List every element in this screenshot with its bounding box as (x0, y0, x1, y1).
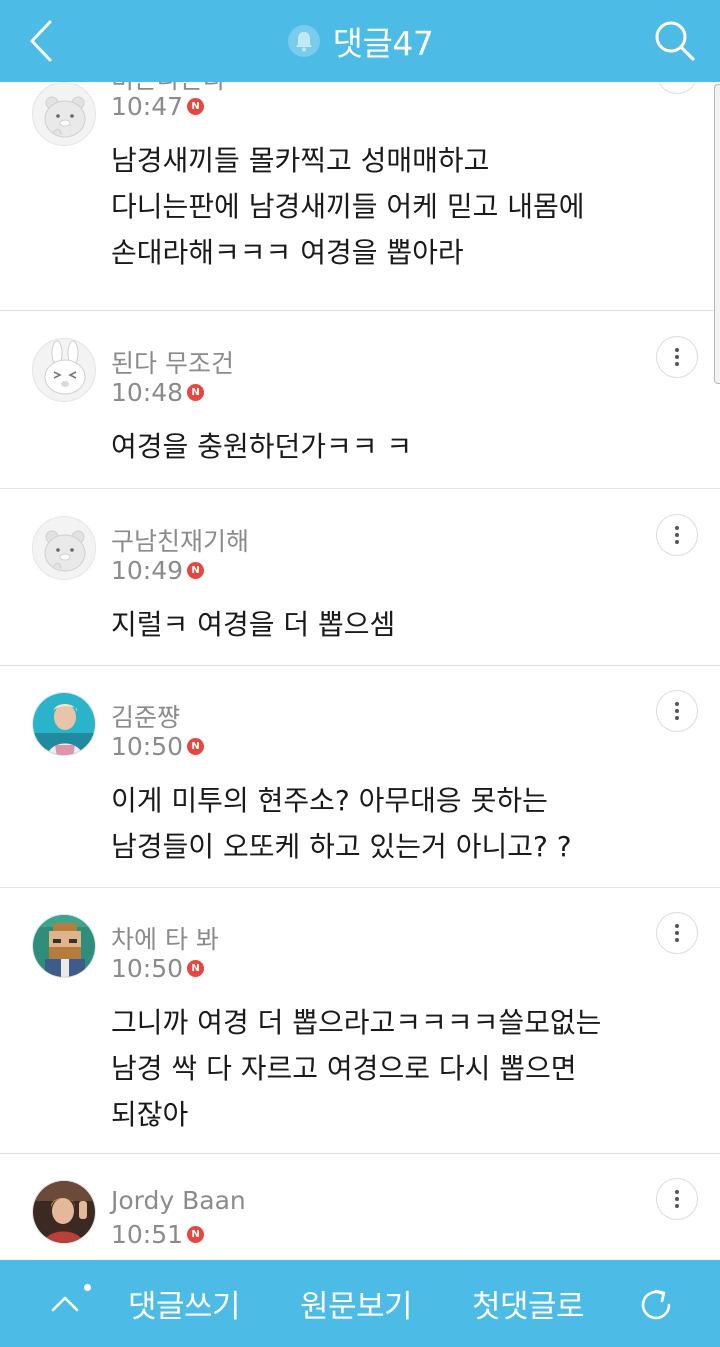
first-comment-button[interactable]: 첫댓글로 (472, 1260, 585, 1347)
comment-meta: 10:49 N (111, 556, 205, 585)
write-comment-button[interactable]: 댓글쓰기 (128, 1260, 241, 1347)
comment-time: 10:51 (111, 1220, 184, 1249)
muzi-character-avatar[interactable] (32, 338, 96, 402)
comment-text: 그니까 여경 더 뽑으라고ㅋㅋㅋㅋ쓸모없는 남경 싹 다 자르고 여경으로 다시… (111, 1000, 691, 1138)
scrollbar[interactable] (712, 84, 720, 384)
comment-text: 이게 미투의 현주소? 아무대응 못하는 남경들이 오또케 하고 있는거 아니고… (111, 778, 691, 870)
new-badge: N (187, 738, 205, 755)
comment-line: 되잖아 (111, 1098, 189, 1131)
pixel-art-avatar[interactable] (32, 914, 96, 978)
comment-line: 다니는판에 남경새끼들 어케 믿고 내몸에 (111, 190, 585, 223)
indicator-dot (84, 1284, 91, 1291)
comment-meta: 10:48 N (111, 378, 205, 407)
title-group: 댓글47 (0, 0, 720, 82)
refresh-icon[interactable] (636, 1285, 676, 1325)
comment-item: 된다 무조건 10:48 N 여경을 충원하던가ㅋㅋ ㅋ (0, 311, 720, 489)
comment-time: 10:50 (111, 954, 184, 983)
more-options-button[interactable] (656, 1178, 698, 1220)
comment-item: 비존나온다 10:47 N 남경새끼들 몰카찍고 성매매하고 다니는판에 남경새… (0, 82, 720, 311)
comment-line: 남경새끼들 몰카찍고 성매매하고 (111, 144, 490, 177)
comment-line: 여경을 충원하던가ㅋㅋ ㅋ (111, 430, 413, 463)
bell-icon[interactable] (287, 24, 321, 58)
more-options-button[interactable] (656, 690, 698, 732)
comment-meta: 10:51 N (111, 1220, 205, 1249)
photo-avatar[interactable] (32, 692, 96, 756)
more-options-button[interactable] (656, 912, 698, 954)
comment-text: 지럴ㅋ 여경을 더 뽑으셈 (111, 602, 691, 648)
comment-author[interactable]: 김준쨩 (111, 698, 180, 734)
comment-line: 이게 미투의 현주소? 아무대응 못하는 (111, 784, 548, 817)
bottom-action-bar: 댓글쓰기 원문보기 첫댓글로 (0, 1260, 720, 1347)
chevron-up-icon[interactable] (48, 1286, 82, 1320)
comment-time: 10:50 (111, 732, 184, 761)
comment-text: 남경새끼들 몰카찍고 성매매하고 다니는판에 남경새끼들 어케 믿고 내몸에 손… (111, 138, 691, 276)
new-badge: N (187, 562, 205, 579)
view-original-button[interactable]: 원문보기 (300, 1260, 413, 1347)
search-icon[interactable] (654, 20, 696, 62)
comment-time: 10:49 (111, 556, 184, 585)
new-badge: N (187, 384, 205, 401)
ryan-character-avatar[interactable] (32, 516, 96, 580)
comment-time: 10:48 (111, 378, 184, 407)
comment-author[interactable]: 차에 타 봐 (111, 920, 219, 956)
comment-item: 차에 타 봐 10:50 N 그니까 여경 더 뽑으라고ㅋㅋㅋㅋ쓸모없는 남경 … (0, 888, 720, 1154)
comment-author[interactable]: 구남친재기해 (111, 522, 249, 558)
more-options-button[interactable] (656, 514, 698, 556)
comment-item: 구남친재기해 10:49 N 지럴ㅋ 여경을 더 뽑으셈 (0, 489, 720, 666)
comment-author[interactable]: 된다 무조건 (111, 344, 234, 380)
comment-author[interactable]: Jordy Baan (111, 1186, 246, 1215)
top-app-bar: 댓글47 (0, 0, 720, 82)
more-options-button[interactable] (656, 336, 698, 378)
photo-avatar[interactable] (32, 1180, 96, 1244)
comment-text: 여경을 충원하던가ㅋㅋ ㅋ (111, 424, 691, 470)
comment-meta: 10:50 N (111, 732, 205, 761)
comment-line: 남경 싹 다 자르고 여경으로 다시 뽑으면 (111, 1052, 577, 1085)
comment-time: 10:47 (111, 92, 184, 121)
comment-line: 그니까 여경 더 뽑으라고ㅋㅋㅋㅋ쓸모없는 (111, 1006, 602, 1039)
comment-meta: 10:47 N (111, 92, 205, 121)
new-badge: N (187, 960, 205, 977)
ryan-character-avatar[interactable] (32, 82, 96, 146)
comment-list[interactable]: 비존나온다 10:47 N 남경새끼들 몰카찍고 성매매하고 다니는판에 남경새… (0, 82, 720, 1260)
comment-meta: 10:50 N (111, 954, 205, 983)
comment-line: 지럴ㅋ 여경을 더 뽑으셈 (111, 608, 396, 641)
comment-item: 김준쨩 10:50 N 이게 미투의 현주소? 아무대응 못하는 남경들이 오또… (0, 666, 720, 888)
comment-line: 손대라해ㅋㅋㅋ 여경을 뽑아라 (111, 236, 464, 269)
new-badge: N (187, 1226, 205, 1243)
page-title: 댓글47 (332, 24, 434, 63)
new-badge: N (187, 98, 205, 115)
scrollbar-thumb[interactable] (714, 84, 720, 384)
more-options-button[interactable] (656, 82, 698, 94)
comment-item: Jordy Baan 10:51 N (0, 1154, 720, 1260)
comment-line: 남경들이 오또케 하고 있는거 아니고? ? (111, 830, 572, 863)
